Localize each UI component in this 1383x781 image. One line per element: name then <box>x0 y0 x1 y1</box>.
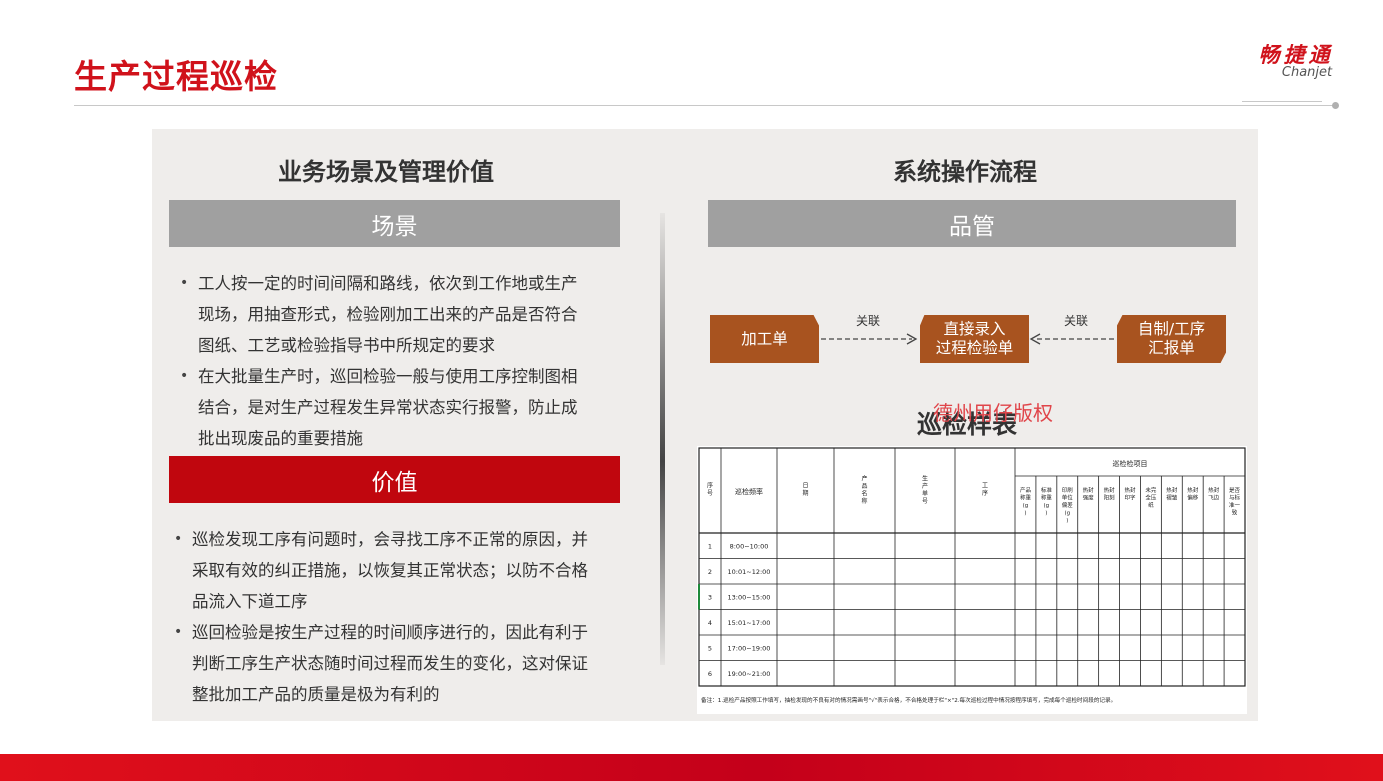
sheet-row-time: 19:00~21:00 <box>728 670 771 678</box>
sheet-subheader-5: 印字 <box>1124 494 1136 502</box>
sheet-subheader-10: 准一 <box>1229 501 1241 509</box>
scene-item-1: 工人按一定的时间间隔和路线，依次到工作地或生产 现场，用抽查形式，检验刚加工出来… <box>176 268 616 361</box>
sheet-subheader-9: 热封 <box>1208 486 1220 494</box>
sheet-subheader-4: 热封 <box>1104 486 1116 494</box>
sheet-row-time: 15:01~17:00 <box>728 619 771 627</box>
sheet-header-2-char: 日 <box>802 483 808 490</box>
page-title: 生产过程巡检 <box>74 57 278 96</box>
sheet-header-3-char: 称 <box>861 497 867 505</box>
scene-list: 工人按一定的时间间隔和路线，依次到工作地或生产 现场，用抽查形式，检验刚加工出来… <box>176 268 616 454</box>
footer-band <box>0 754 1383 781</box>
sheet-subheader-7: 褶皱 <box>1166 494 1178 502</box>
scene-item-2: 在大批量生产时，巡回检验一般与使用工序控制图相 结合，是对生产过程发生异常状态实… <box>176 361 616 454</box>
flow-link-label-1: 关联 <box>856 314 881 328</box>
copyright-watermark: 德州用仔版权 <box>933 401 1053 425</box>
sheet-subheader-10: 与标 <box>1229 494 1241 502</box>
flow-arrow-left <box>1029 333 1115 345</box>
sheet-subheader-1: 标准 <box>1041 486 1053 494</box>
value-list: 巡检发现工序有问题时，会寻找工序不正常的原因，并 采取有效的纠正措施，以恢复其正… <box>170 524 620 710</box>
sheet-header-4-char: 产 <box>922 482 928 490</box>
sheet-subheader-10: 致 <box>1232 509 1238 517</box>
sheet-subheader-8: 热封 <box>1187 486 1199 494</box>
sheet-subheader-9: 飞边 <box>1208 494 1220 502</box>
column-divider <box>660 213 665 665</box>
sheet-header-4-char: 号 <box>922 498 928 505</box>
sheet-header-5-char: 工 <box>982 483 988 490</box>
sheet-subheader-6: 未完 <box>1145 486 1157 494</box>
sheet-subheader-5: 热封 <box>1124 486 1136 494</box>
value-item-1: 巡检发现工序有问题时，会寻找工序不正常的原因，并 采取有效的纠正措施，以恢复其正… <box>170 524 620 617</box>
sheet-frame <box>698 447 1246 687</box>
sample-sheet-grid: 序号 巡检频率日期产品名称生产单号工序巡检检项目产品称重(g)标准称重(g)印刷单… <box>698 447 1246 704</box>
sheet-header-3-char: 品 <box>861 483 867 490</box>
flow-box-work-order: 加工单 <box>710 315 819 363</box>
sheet-subheader-10: 是否 <box>1229 487 1241 494</box>
sheet-subheader-2: (g <box>1064 511 1070 517</box>
sheet-subheader-4: 阳刻 <box>1104 494 1116 502</box>
flow-box-report: 自制/工序 汇报单 <box>1117 315 1226 363</box>
sheet-subheader-1: ) <box>1045 511 1047 517</box>
qc-label: 品管 <box>949 213 995 240</box>
sheet-note: 备注：1.巡检产品按照工作填写，抽检发现的不良有对的情况需画号"√"表示合格，不… <box>701 696 1116 704</box>
logo-cn-text: 畅捷通 <box>1258 43 1334 67</box>
sheet-subheader-6: 纸 <box>1148 501 1154 509</box>
sheet-row-time: 8:00~10:00 <box>730 542 769 550</box>
sheet-header-2-char: 期 <box>802 489 808 497</box>
sheet-subheader-2: ) <box>1066 518 1068 524</box>
sheet-header-0-char: 号 <box>707 490 713 497</box>
title-divider-dot <box>1332 102 1339 109</box>
sheet-subheader-0: (g <box>1023 503 1029 509</box>
sheet-header-3-char: 名 <box>861 490 867 498</box>
title-divider-accent <box>1242 101 1322 102</box>
sheet-subheader-8: 偏移 <box>1187 494 1199 502</box>
sheet-subheader-2: 单位 <box>1062 494 1074 502</box>
sheet-header-4-char: 单 <box>922 490 928 498</box>
value-bar: 价值 <box>169 456 620 503</box>
scene-bar: 场景 <box>169 200 620 247</box>
logo-en-text: Chanjet <box>1281 65 1333 80</box>
sheet-subheader-3: 强度 <box>1083 494 1095 502</box>
sheet-subheader-1: (g <box>1044 503 1050 509</box>
business-heading: 业务场景及管理价值 <box>278 158 494 186</box>
sheet-row-index: 2 <box>708 568 712 576</box>
flow-box-inspection: 直接录入 过程检验单 <box>920 315 1029 363</box>
sheet-subheader-0: 产品 <box>1020 486 1032 494</box>
sheet-subheader-2: 偏差 <box>1062 501 1074 509</box>
sheet-header-0-char: 序 <box>707 482 713 490</box>
sheet-subheader-3: 热封 <box>1083 486 1095 494</box>
sheet-row-index: 3 <box>708 593 712 601</box>
flow-link-label-2: 关联 <box>1064 314 1089 328</box>
sheet-subheader-6: 全压 <box>1145 494 1157 502</box>
sheet-subheader-0: ) <box>1024 511 1026 517</box>
sheet-row-time: 10:01~12:00 <box>728 568 771 576</box>
sheet-header-1: 巡检频率 <box>735 487 763 496</box>
sheet-row-index: 5 <box>708 644 712 652</box>
process-heading: 系统操作流程 <box>893 158 1037 186</box>
scene-label: 场景 <box>371 213 418 240</box>
sheet-header-5-char: 序 <box>982 489 988 497</box>
sheet-row-time: 17:00~19:00 <box>728 644 771 652</box>
sheet-subheader-2: 印刷 <box>1062 486 1074 494</box>
flow-arrow-right <box>821 333 918 345</box>
sheet-row-time: 13:00~15:00 <box>728 593 771 601</box>
qc-bar: 品管 <box>708 200 1236 247</box>
sheet-row-index: 4 <box>708 619 712 627</box>
sheet-header-3-char: 产 <box>861 475 867 483</box>
sheet-group-header: 巡检检项目 <box>1113 459 1148 468</box>
sheet-row-index: 6 <box>708 670 712 678</box>
sheet-row-index: 1 <box>708 542 712 550</box>
chanjet-logo: 畅捷通 Chanjet <box>1246 44 1346 80</box>
value-label: 价值 <box>371 469 418 496</box>
sheet-header-4-char: 生 <box>922 475 928 483</box>
sample-inspection-sheet: 序号巡检频率日期产品名称生产单号工序巡检检项目 产品 称重 (g) 标准 称重 (g) 印刷单… <box>697 446 1247 714</box>
sheet-subheader-7: 热封 <box>1166 486 1178 494</box>
title-divider <box>74 105 1336 106</box>
sheet-subheader-0: 称重 <box>1020 494 1032 502</box>
value-item-2: 巡回检验是按生产过程的时间顺序进行的，因此有利于 判断工序生产状态随时间过程而发… <box>170 617 620 710</box>
sheet-subheader-1: 称重 <box>1041 494 1053 502</box>
